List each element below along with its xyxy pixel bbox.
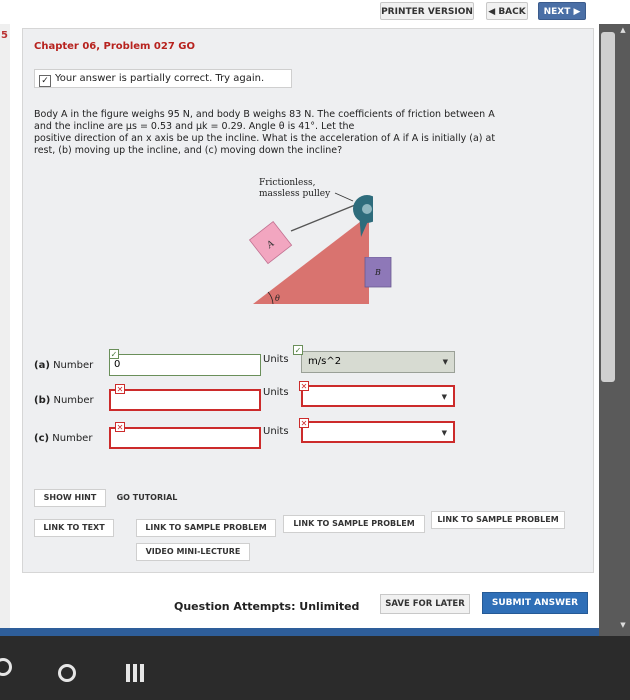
link-to-sample-problem-1[interactable]: LINK TO SAMPLE PROBLEM bbox=[136, 519, 276, 537]
back-arrow-icon[interactable] bbox=[0, 658, 12, 676]
pulley-hub bbox=[362, 204, 372, 214]
recent-apps-icon[interactable] bbox=[124, 662, 146, 684]
scroll-up-icon[interactable]: ▲ bbox=[618, 26, 628, 36]
chevron-down-icon: ▼ bbox=[441, 429, 447, 437]
printer-version-button[interactable]: PRINTER VERSION bbox=[380, 2, 474, 20]
feedback-box: ✓ Your answer is partially correct. Try a… bbox=[34, 69, 292, 88]
show-hint-button[interactable]: SHOW HINT bbox=[34, 489, 106, 507]
units-label: Units bbox=[263, 354, 289, 365]
scrollbar-thumb[interactable] bbox=[601, 32, 615, 382]
left-edge-strip: 5 bbox=[0, 24, 10, 636]
label-leader-line bbox=[334, 192, 354, 202]
link-to-sample-problem-3[interactable]: LINK TO SAMPLE PROBLEM bbox=[431, 511, 565, 529]
answer-c-number-input[interactable] bbox=[109, 427, 261, 449]
figure-label-line1: Frictionless, bbox=[259, 178, 315, 188]
scrollbar[interactable]: ▲ ▼ bbox=[599, 24, 630, 636]
question-text: Body A in the figure weighs 95 N, and bo… bbox=[34, 109, 574, 157]
browser-viewport: PRINTER VERSION ◀ BACK NEXT ▶ 5 Chapter … bbox=[0, 0, 630, 636]
row-b-label: (b) Number bbox=[34, 395, 94, 406]
chevron-down-icon: ▼ bbox=[442, 358, 448, 366]
incorrect-flag-icon: ✕ bbox=[115, 384, 125, 394]
incorrect-flag-icon: ✕ bbox=[115, 422, 125, 432]
answer-a-number-input[interactable]: 0 bbox=[109, 354, 261, 376]
units-label: Units bbox=[263, 426, 289, 437]
link-to-sample-problem-2[interactable]: LINK TO SAMPLE PROBLEM bbox=[283, 515, 425, 533]
home-circle-icon[interactable] bbox=[58, 664, 76, 682]
angle-label: θ bbox=[275, 294, 280, 303]
chevron-down-icon: ▼ bbox=[441, 393, 447, 401]
go-tutorial-button[interactable]: GO TUTORIAL bbox=[111, 489, 183, 507]
question-line: positive direction of an x axis be up th… bbox=[34, 133, 496, 144]
row-a-label: (a) Number bbox=[34, 360, 94, 371]
save-for-later-button[interactable]: SAVE FOR LATER bbox=[380, 594, 470, 614]
edge-mark: 5 bbox=[1, 30, 8, 41]
answer-b-number-input[interactable] bbox=[109, 389, 261, 411]
figure-label-line2: massless pulley bbox=[259, 189, 331, 199]
question-line: rest, (b) moving up the incline, and (c)… bbox=[34, 145, 343, 156]
next-button[interactable]: NEXT ▶ bbox=[538, 2, 586, 20]
link-to-text-button[interactable]: LINK TO TEXT bbox=[34, 519, 114, 537]
top-navigation: PRINTER VERSION ◀ BACK NEXT ▶ bbox=[0, 0, 630, 24]
problem-panel: Chapter 06, Problem 027 GO ✓ Your answer … bbox=[22, 28, 594, 573]
answer-a-units-select[interactable]: m/s^2 ▼ bbox=[301, 351, 455, 373]
answer-c-units-select[interactable]: ▼ bbox=[301, 421, 455, 443]
answer-b-units-select[interactable]: ▼ bbox=[301, 385, 455, 407]
correct-flag-icon: ✓ bbox=[293, 345, 303, 355]
incorrect-flag-icon: ✕ bbox=[299, 418, 309, 428]
scroll-down-icon[interactable]: ▼ bbox=[618, 621, 628, 631]
question-line: Body A in the figure weighs 95 N, and bo… bbox=[34, 109, 495, 120]
question-attempts: Question Attempts: Unlimited bbox=[174, 600, 360, 613]
row-c-label: (c) Number bbox=[34, 433, 93, 444]
feedback-text: Your answer is partially correct. Try ag… bbox=[55, 73, 265, 84]
submit-answer-button[interactable]: SUBMIT ANSWER bbox=[482, 592, 588, 614]
question-line: and the incline are μs = 0.53 and μk = 0… bbox=[34, 121, 355, 132]
rope-incline bbox=[290, 202, 361, 232]
block-b-label: B bbox=[374, 268, 381, 277]
chapter-title: Chapter 06, Problem 027 GO bbox=[34, 41, 196, 52]
incorrect-flag-icon: ✕ bbox=[299, 381, 309, 391]
bottom-bar bbox=[0, 628, 630, 636]
video-mini-lecture-button[interactable]: VIDEO MINI-LECTURE bbox=[136, 543, 250, 561]
correct-flag-icon: ✓ bbox=[109, 349, 119, 359]
checkmark-icon: ✓ bbox=[39, 75, 51, 87]
units-label: Units bbox=[263, 387, 289, 398]
units-selected-value: m/s^2 bbox=[308, 356, 342, 367]
device-taskbar bbox=[0, 636, 630, 700]
block-a: A bbox=[248, 220, 293, 265]
block-b-graphic: B bbox=[364, 257, 392, 288]
problem-figure: Frictionless, massless pulley A θ bbox=[248, 178, 373, 305]
back-button[interactable]: ◀ BACK bbox=[486, 2, 528, 20]
